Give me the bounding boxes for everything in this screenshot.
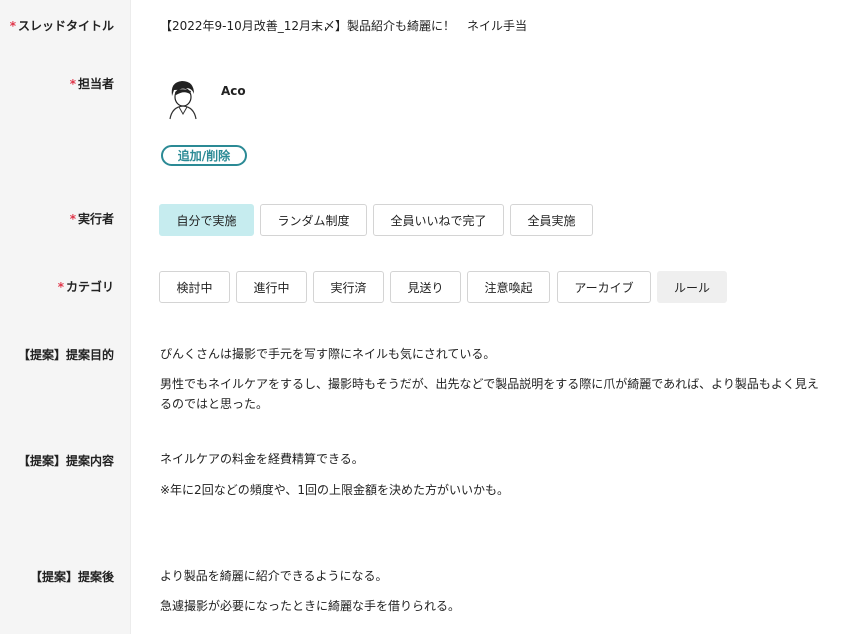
category-option-in-progress[interactable]: 進行中 — [236, 271, 307, 303]
category-option-done[interactable]: 実行済 — [313, 271, 384, 303]
category-option-rule[interactable]: ルール — [657, 271, 727, 303]
executor-option-all-like[interactable]: 全員いいねで完了 — [373, 204, 504, 236]
thread-title-value: 【2022年9-10月改善_12月末〆】製品紹介も綺麗に！ ネイル手当 — [160, 19, 528, 33]
label-content: 【提案】提案内容 — [17, 454, 114, 468]
label-purpose: 【提案】提案目的 — [17, 348, 114, 362]
required-mark: * — [69, 77, 76, 91]
purpose-paragraph-1: ぴんくさんは撮影で手元を写す際にネイルも気にされている。 — [160, 347, 496, 361]
category-option-archive[interactable]: アーカイブ — [557, 271, 651, 303]
after-paragraph-2: 急遽撮影が必要になったときに綺麗な手を借りられる。 — [160, 599, 461, 613]
label-column — [0, 0, 131, 634]
category-option-considering[interactable]: 検討中 — [159, 271, 230, 303]
category-option-caution[interactable]: 注意喚起 — [467, 271, 550, 303]
content-paragraph-1: ネイルケアの料金を経費精算できる。 — [160, 452, 364, 466]
label-executor: * 実行者 — [69, 212, 114, 226]
avatar — [164, 78, 202, 120]
label-thread-title: * スレッドタイトル — [9, 19, 114, 33]
add-remove-button[interactable]: 追加/削除 — [161, 145, 247, 166]
executor-option-all[interactable]: 全員実施 — [510, 204, 593, 236]
required-mark: * — [69, 212, 76, 226]
executor-option-random[interactable]: ランダム制度 — [260, 204, 367, 236]
content-paragraph-2: ※年に2回などの頻度や、1回の上限金額を決めた方がいいかも。 — [160, 483, 509, 497]
label-after: 【提案】提案後 — [29, 570, 114, 584]
assignee-name: Aco — [221, 84, 246, 98]
label-assignee: * 担当者 — [69, 77, 114, 91]
required-mark: * — [57, 280, 64, 294]
executor-option-self[interactable]: 自分で実施 — [159, 204, 254, 236]
label-category: * カテゴリ — [57, 280, 114, 294]
required-mark: * — [9, 19, 16, 33]
after-paragraph-1: より製品を綺麗に紹介できるようになる。 — [160, 569, 388, 583]
purpose-paragraph-2: 男性でもネイルケアをするし、撮影時もそうだが、出先などで製品説明をする際に爪が綺… — [160, 377, 819, 411]
category-option-skipped[interactable]: 見送り — [390, 271, 461, 303]
